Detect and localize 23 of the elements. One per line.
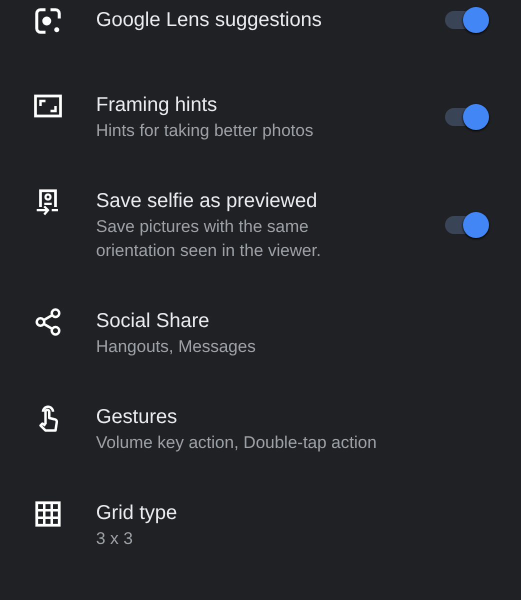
- setting-title: Grid type: [96, 501, 178, 526]
- grid-icon: [33, 499, 63, 529]
- settings-row[interactable]: Framing hints Hints for taking better photos: [0, 63, 521, 159]
- setting-title: Gestures: [96, 405, 178, 430]
- setting-description: Hints for taking better photos: [96, 120, 314, 142]
- settings-row[interactable]: Gestures Volume key action, Double-tap action: [0, 375, 521, 471]
- setting-description: 3 x 3: [96, 528, 133, 550]
- settings-row[interactable]: Grid type 3 x 3: [0, 471, 521, 567]
- setting-title: Save selfie as previewed: [96, 189, 318, 214]
- settings-row[interactable]: Social Share Hangouts, Messages: [0, 279, 521, 375]
- lens-icon: [33, 6, 63, 36]
- toggle-switch[interactable]: [445, 104, 489, 130]
- toggle-switch[interactable]: [445, 7, 489, 33]
- setting-description: Save pictures with the same orientation seen in the viewer.: [96, 216, 322, 262]
- share-icon: [33, 307, 63, 337]
- settings-row[interactable]: Google Lens suggestions: [0, 0, 521, 63]
- setting-title: Social Share: [96, 309, 210, 334]
- settings-row[interactable]: Save selfie as previewed Save pictures with the same orientation seen in the viewer.: [0, 159, 521, 279]
- toggle-switch[interactable]: [445, 212, 489, 238]
- setting-description: Volume key action, Double-tap action: [96, 432, 377, 454]
- setting-title: Google Lens suggestions: [96, 8, 322, 33]
- setting-title: Framing hints: [96, 93, 218, 118]
- setting-description: Hangouts, Messages: [96, 336, 256, 358]
